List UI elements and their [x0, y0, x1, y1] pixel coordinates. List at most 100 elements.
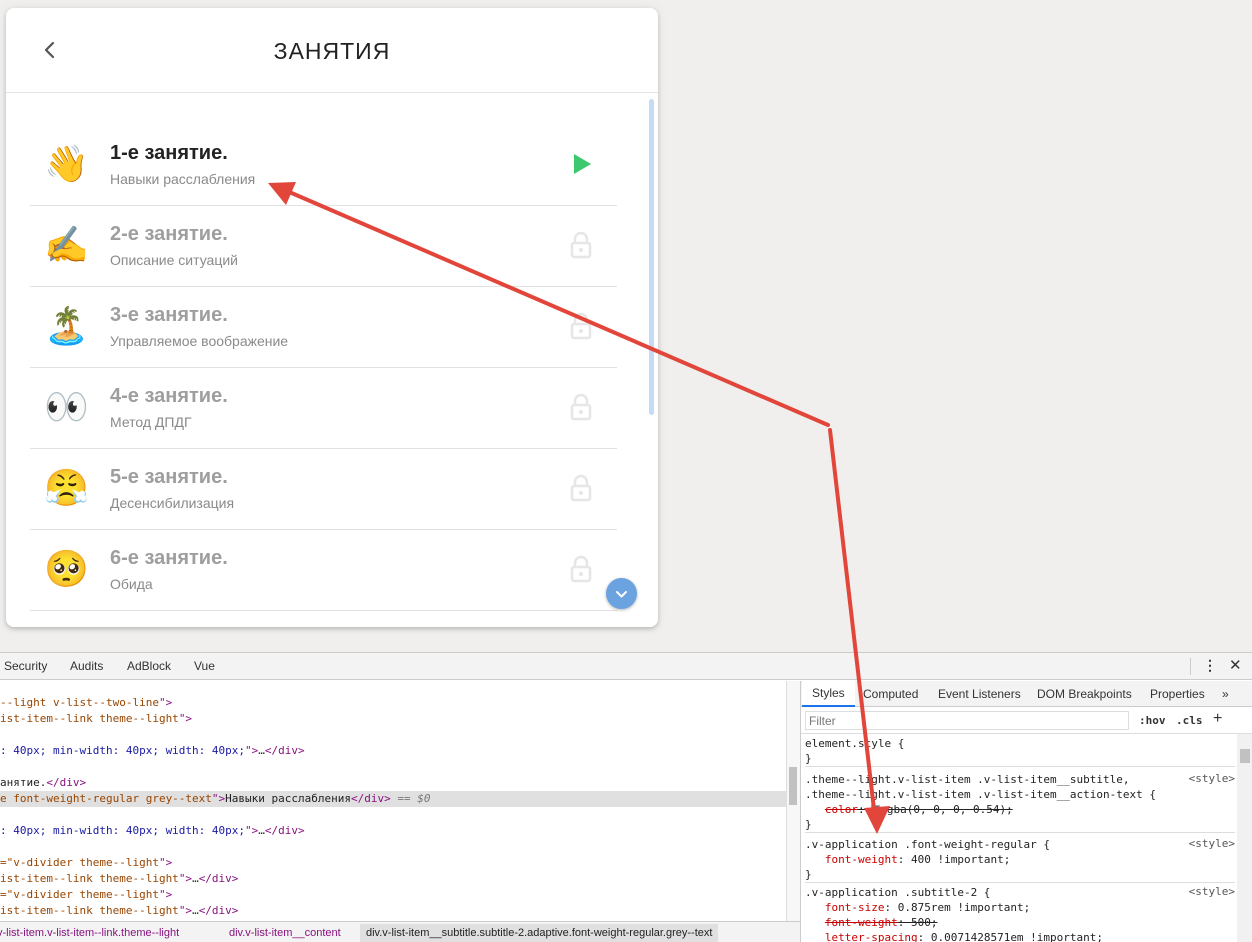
code-token: ">	[178, 904, 193, 917]
elements-scrollbar[interactable]	[789, 767, 797, 805]
code-token: ">	[245, 744, 259, 757]
css-value: rgba(0, 0, 0, 0.54);	[880, 803, 1013, 816]
lesson-emoji-icon: 👋	[44, 143, 89, 184]
rule-close: }	[805, 868, 812, 881]
tab-styles[interactable]: Styles	[802, 681, 855, 707]
lesson-emoji-icon: 😤	[44, 467, 89, 508]
dom-node-selected[interactable]: e font-weight-regular grey--text">Навыки…	[0, 791, 786, 807]
css-declaration[interactable]: font-weight: 500;	[805, 915, 1235, 930]
color-swatch[interactable]	[871, 805, 881, 814]
styles-scroll-track[interactable]	[1237, 734, 1252, 942]
card-header: ЗАНЯТИЯ	[6, 8, 658, 93]
breadcrumb-item[interactable]: v-list-item.v-list-item--link.theme--lig…	[0, 927, 179, 939]
lock-icon	[566, 554, 596, 584]
rule-selector: .theme--light.v-list-item .v-list-item__…	[805, 788, 1156, 801]
lesson-subtitle: Метод ДПДГ	[110, 414, 192, 430]
tab-properties[interactable]: Properties	[1150, 687, 1205, 701]
scroll-down-button[interactable]	[606, 578, 637, 609]
css-property: letter-spacing	[824, 931, 918, 942]
lessons-list: 👋 1-е занятие. Навыки расслабления ✍️ 2-е за…	[30, 125, 617, 611]
lesson-title: 3-е занятие.	[110, 304, 228, 326]
filter-input[interactable]	[805, 711, 1129, 730]
code-token: …	[192, 872, 199, 885]
tab-vue[interactable]: Vue	[194, 659, 215, 673]
lesson-subtitle: Управляемое воображение	[110, 333, 289, 349]
lesson-emoji-icon: 👀	[44, 386, 89, 427]
lessons-card: ЗАНЯТИЯ 👋 1-е занятие. Навыки расслабления…	[6, 8, 658, 627]
dom-node-line[interactable]: ="v-divider theme--light">	[0, 855, 172, 871]
css-rule[interactable]: .v-application .subtitle-2 { font-size: …	[805, 885, 1235, 942]
styles-tab-bar: Styles Computed Event Listeners DOM Brea…	[801, 681, 1252, 707]
tab-event-listeners[interactable]: Event Listeners	[938, 687, 1021, 701]
css-rule[interactable]: .v-application .font-weight-regular { fo…	[805, 837, 1235, 883]
tab-separator	[1190, 658, 1191, 675]
elements-tree[interactable]: ist-item--link theme--light">…</div> ="v-…	[0, 681, 800, 921]
more-options-icon[interactable]: ⋮	[1203, 657, 1217, 674]
code-token: …	[258, 824, 265, 837]
breadcrumb-item-current[interactable]: div.v-list-item__subtitle.subtitle-2.ada…	[360, 924, 719, 942]
dom-node-line[interactable]: ist-item--link theme--light">…</div>	[0, 871, 238, 887]
list-scrollbar[interactable]	[649, 99, 654, 415]
cls-toggle[interactable]: .cls	[1176, 714, 1203, 727]
css-property: font-size	[824, 901, 885, 914]
css-declaration[interactable]: letter-spacing: 0.0071428571em !importan…	[805, 930, 1235, 942]
tab-computed[interactable]: Computed	[863, 687, 918, 701]
devtools-tab-bar: Security Audits AdBlock Vue ⋮ ✕	[0, 653, 1252, 680]
css-property: color	[824, 803, 858, 816]
dom-node-line[interactable]: анятие.</div>	[0, 775, 86, 791]
dom-node-line[interactable]: ist-item--link theme--light">…</div>	[0, 903, 238, 919]
css-rule[interactable]: element.style {}	[805, 736, 1235, 767]
lesson-title: 4-е занятие.	[110, 385, 228, 407]
play-icon[interactable]	[566, 149, 596, 179]
styles-scrollbar[interactable]	[1240, 749, 1250, 763]
lesson-item[interactable]: 🥺 6-е занятие. Обида	[30, 530, 617, 611]
lesson-title: 5-е занятие.	[110, 466, 228, 488]
css-value: 500;	[910, 916, 938, 929]
code-token: </div>	[198, 872, 239, 885]
css-rule[interactable]: .theme--light.v-list-item .v-list-item__…	[805, 772, 1235, 833]
dom-node-line[interactable]: ist-item--link theme--light">	[0, 711, 192, 727]
css-declaration[interactable]: font-size: 0.875rem !important;	[805, 900, 1235, 915]
code-token: : 40px; min-width: 40px; width: 40px;	[0, 824, 246, 837]
code-token: == $0	[390, 792, 431, 805]
rule-selector: .theme--light.v-list-item .v-list-item__…	[805, 773, 1130, 786]
lesson-item[interactable]: 😤 5-е занятие. Десенсибилизация	[30, 449, 617, 530]
breadcrumb-item[interactable]: div.v-list-item__content	[229, 927, 341, 939]
css-value: 0.0071428571em !important;	[930, 931, 1104, 942]
dom-node-line[interactable]: ="v-divider theme--light">	[0, 887, 172, 903]
code-token: ">	[178, 712, 193, 725]
css-declaration[interactable]: color: rgba(0, 0, 0, 0.54);	[805, 802, 1235, 817]
devtools-panel: Security Audits AdBlock Vue ⋮ ✕ ist-item…	[0, 652, 1252, 942]
tab-dom-breakpoints[interactable]: DOM Breakpoints	[1037, 687, 1132, 701]
lesson-emoji-icon: ✍️	[44, 224, 89, 265]
lesson-item[interactable]: 👀 4-е занятие. Метод ДПДГ	[30, 368, 617, 449]
code-token: ">	[211, 792, 226, 805]
rule-source-link[interactable]: <style>	[1189, 885, 1235, 898]
tab-security[interactable]: Security	[4, 659, 47, 673]
lesson-item[interactable]: ✍️ 2-е занятие. Описание ситуаций	[30, 206, 617, 287]
dom-node-line[interactable]: : 40px; min-width: 40px; width: 40px;">……	[0, 823, 305, 839]
rule-selector: .v-application .font-weight-regular {	[805, 838, 1051, 851]
lesson-item[interactable]: 🏝️ 3-е занятие. Управляемое воображение	[30, 287, 617, 368]
close-icon[interactable]: ✕	[1229, 656, 1242, 674]
dom-node-line[interactable]: : 40px; min-width: 40px; width: 40px;">……	[0, 743, 305, 759]
rule-source-link[interactable]: <style>	[1189, 837, 1235, 850]
tab-audits[interactable]: Audits	[70, 659, 103, 673]
new-rule-icon[interactable]: +	[1213, 710, 1222, 728]
code-token: Навыки расслабления	[225, 792, 352, 805]
css-property: font-weight	[824, 853, 898, 866]
lesson-subtitle: Десенсибилизация	[110, 495, 235, 511]
hov-toggle[interactable]: :hov	[1139, 714, 1166, 727]
chevron-down-icon	[616, 591, 627, 598]
code-token: : 40px; min-width: 40px; width: 40px;	[0, 744, 246, 757]
lesson-subtitle: Навыки расслабления	[110, 171, 256, 187]
lesson-item[interactable]: 👋 1-е занятие. Навыки расслабления	[30, 125, 617, 206]
rule-source-link[interactable]: <style>	[1189, 772, 1235, 785]
tab-adblock[interactable]: AdBlock	[127, 659, 171, 673]
more-tabs-icon[interactable]: »	[1222, 687, 1229, 701]
dom-node-line[interactable]: --light v-list--two-line">	[0, 695, 172, 711]
code-token: </div>	[264, 744, 305, 757]
code-token: e font-weight-regular grey--text	[0, 792, 212, 805]
css-value: 0.875rem !important;	[897, 901, 1031, 914]
css-declaration[interactable]: font-weight: 400 !important;	[805, 852, 1235, 867]
